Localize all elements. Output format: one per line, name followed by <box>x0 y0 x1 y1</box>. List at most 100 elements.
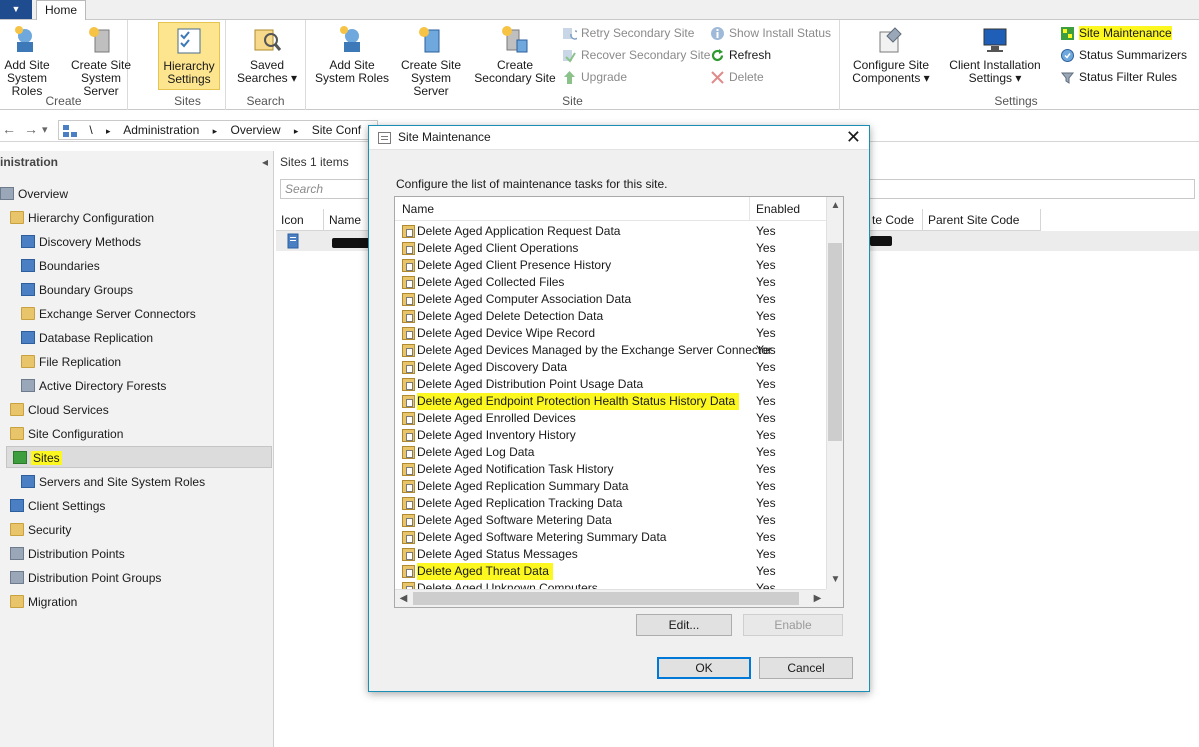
breadcrumb-root[interactable]: \ <box>89 123 92 137</box>
site-server-icon <box>287 233 299 249</box>
create-site-system-server-button[interactable]: Create Site System Server <box>62 22 140 98</box>
back-arrow-icon[interactable]: ← <box>2 121 16 137</box>
status-summarizers-button[interactable]: Status Summarizers <box>1060 45 1187 65</box>
ok-button[interactable]: OK <box>657 657 751 679</box>
status-summarizers-icon <box>1061 49 1074 62</box>
close-icon[interactable]: ✕ <box>846 128 861 146</box>
scroll-down-icon[interactable]: ▼ <box>827 571 843 589</box>
column-header-enabled[interactable]: Enabled <box>750 197 826 221</box>
column-header-name[interactable]: Name <box>395 197 750 221</box>
vertical-scrollbar[interactable]: ▲ ▼ <box>826 197 843 589</box>
nav-item-security[interactable]: Security <box>10 519 71 541</box>
list-item[interactable]: Delete Aged Computer Association Data Yes <box>395 291 826 308</box>
scroll-up-icon[interactable]: ▲ <box>827 197 843 215</box>
list-item-highlighted[interactable]: Delete Aged Threat Data Yes <box>395 563 826 580</box>
ribbon-group-site: Add Site System Roles Create Site System… <box>306 20 840 110</box>
list-item[interactable]: Delete Aged Application Request Data Yes <box>395 223 826 240</box>
nav-item-site-configuration[interactable]: Site Configuration <box>10 423 123 445</box>
task-enabled: Yes <box>756 513 776 527</box>
list-item[interactable]: Delete Aged Software Metering Data Yes <box>395 512 826 529</box>
task-enabled: Yes <box>756 326 776 340</box>
tab-home[interactable]: Home <box>36 0 86 21</box>
list-item[interactable]: Delete Aged Software Metering Summary Da… <box>395 529 826 546</box>
nav-item-exchange-server-connectors[interactable]: Exchange Server Connectors <box>21 303 196 325</box>
delete-button[interactable]: Delete <box>710 67 764 87</box>
column-header-parent-site-code[interactable]: Parent Site Code <box>923 209 1041 231</box>
breadcrumb-administration[interactable]: Administration <box>123 123 199 137</box>
column-header-site-code[interactable]: te Code <box>866 209 923 231</box>
nav-item-distribution-points[interactable]: Distribution Points <box>10 543 125 565</box>
nav-item-boundary-groups[interactable]: Boundary Groups <box>21 279 133 301</box>
nav-item-database-replication[interactable]: Database Replication <box>21 327 153 349</box>
ribbon-group-settings-label: Settings <box>994 94 1038 108</box>
list-item[interactable]: Delete Aged Client Operations Yes <box>395 240 826 257</box>
nav-item-boundaries[interactable]: Boundaries <box>21 255 100 277</box>
list-item[interactable]: Delete Aged Replication Tracking Data Yes <box>395 495 826 512</box>
list-item[interactable]: Delete Aged Discovery Data Yes <box>395 359 826 376</box>
breadcrumb[interactable]: \ ▸ Administration ▸ Overview ▸ Site Con… <box>58 120 378 140</box>
upgrade-button[interactable]: Upgrade <box>562 67 627 87</box>
nav-item-client-settings[interactable]: Client Settings <box>10 495 105 517</box>
nav-item-migration[interactable]: Migration <box>10 591 77 613</box>
folder-icon <box>10 523 24 537</box>
scroll-left-icon[interactable]: ◀ <box>395 590 412 607</box>
cancel-button[interactable]: Cancel <box>759 657 853 679</box>
nav-item-distribution-point-groups[interactable]: Distribution Point Groups <box>10 567 161 589</box>
nav-item-servers-and-site-system-roles[interactable]: Servers and Site System Roles <box>21 471 205 493</box>
horizontal-scrollbar[interactable]: ◀ ▶ <box>395 589 826 607</box>
site-add-site-system-roles-button[interactable]: Add Site System Roles <box>314 22 390 90</box>
enable-button[interactable]: Enable <box>743 614 843 636</box>
retry-secondary-site-button[interactable]: Retry Secondary Site <box>562 23 694 43</box>
list-item[interactable]: Delete Aged Notification Task History Yes <box>395 461 826 478</box>
scroll-right-icon[interactable]: ▶ <box>809 590 826 607</box>
horizontal-scroll-thumb[interactable] <box>413 592 799 605</box>
forward-arrow-icon[interactable]: → <box>24 121 38 137</box>
nav-item-active-directory-forests[interactable]: Active Directory Forests <box>21 375 166 397</box>
list-item[interactable]: Delete Aged Distribution Point Usage Dat… <box>395 376 826 393</box>
dialog-title-bar[interactable]: Site Maintenance ✕ <box>369 126 869 150</box>
list-item-highlighted[interactable]: Delete Aged Endpoint Protection Health S… <box>395 393 826 410</box>
list-item[interactable]: Delete Aged Unknown Computers Yes <box>395 580 826 589</box>
site-create-site-system-server-button[interactable]: Create Site System Server <box>392 22 470 98</box>
maintenance-tasks-list[interactable]: Name Enabled Delete Aged Application Req… <box>394 196 844 608</box>
site-maintenance-button[interactable]: Site Maintenance <box>1060 23 1172 43</box>
create-secondary-site-button[interactable]: Create Secondary Site <box>474 22 556 90</box>
show-install-status-button[interactable]: Show Install Status <box>710 23 831 43</box>
nav-item-sites[interactable]: Sites <box>6 446 272 468</box>
list-item[interactable]: Delete Aged Device Wipe Record Yes <box>395 325 826 342</box>
task-enabled: Yes <box>756 292 776 306</box>
nav-item-discovery-methods[interactable]: Discovery Methods <box>21 231 141 253</box>
add-site-system-roles-button[interactable]: Add Site System Roles <box>0 22 60 98</box>
hierarchy-settings-button[interactable]: Hierarchy Settings <box>158 22 220 90</box>
site-maintenance-dialog: Site Maintenance ✕ Configure the list of… <box>368 125 870 692</box>
task-icon <box>402 242 415 255</box>
edit-button[interactable]: Edit... <box>636 614 732 636</box>
list-item[interactable]: Delete Aged Delete Detection Data Yes <box>395 308 826 325</box>
list-item[interactable]: Delete Aged Enrolled Devices Yes <box>395 410 826 427</box>
recover-secondary-site-button[interactable]: Recover Secondary Site <box>562 45 710 65</box>
list-item[interactable]: Delete Aged Client Presence History Yes <box>395 257 826 274</box>
column-header-icon[interactable]: Icon <box>276 209 324 231</box>
nav-item-overview[interactable]: Overview <box>0 183 68 205</box>
breadcrumb-site-configuration[interactable]: Site Conf <box>312 123 361 137</box>
configure-site-components-button[interactable]: Configure Site Components ▾ <box>848 22 934 90</box>
breadcrumb-overview[interactable]: Overview <box>230 123 280 137</box>
list-item[interactable]: Delete Aged Status Messages Yes <box>395 546 826 563</box>
history-dropdown-icon[interactable]: ▾ <box>42 123 48 136</box>
nav-item-file-replication[interactable]: File Replication <box>21 351 121 373</box>
list-item[interactable]: Delete Aged Inventory History Yes <box>395 427 826 444</box>
refresh-button[interactable]: Refresh <box>710 45 771 65</box>
collapse-pane-icon[interactable]: ◂ <box>262 155 268 169</box>
vertical-scroll-thumb[interactable] <box>828 243 842 441</box>
list-item[interactable]: Delete Aged Log Data Yes <box>395 444 826 461</box>
saved-searches-button[interactable]: Saved Searches ▾ <box>232 22 302 90</box>
app-menu-button[interactable]: ▼ <box>0 0 32 19</box>
list-item[interactable]: Delete Aged Replication Summary Data Yes <box>395 478 826 495</box>
list-item[interactable]: Delete Aged Collected Files Yes <box>395 274 826 291</box>
task-name: Delete Aged Replication Tracking Data <box>417 496 623 510</box>
nav-item-hierarchy-configuration[interactable]: Hierarchy Configuration <box>10 207 154 229</box>
client-installation-settings-button[interactable]: Client Installation Settings ▾ <box>938 22 1052 90</box>
list-item[interactable]: Delete Aged Devices Managed by the Excha… <box>395 342 826 359</box>
status-filter-rules-button[interactable]: Status Filter Rules <box>1060 67 1177 87</box>
nav-item-cloud-services[interactable]: Cloud Services <box>10 399 109 421</box>
